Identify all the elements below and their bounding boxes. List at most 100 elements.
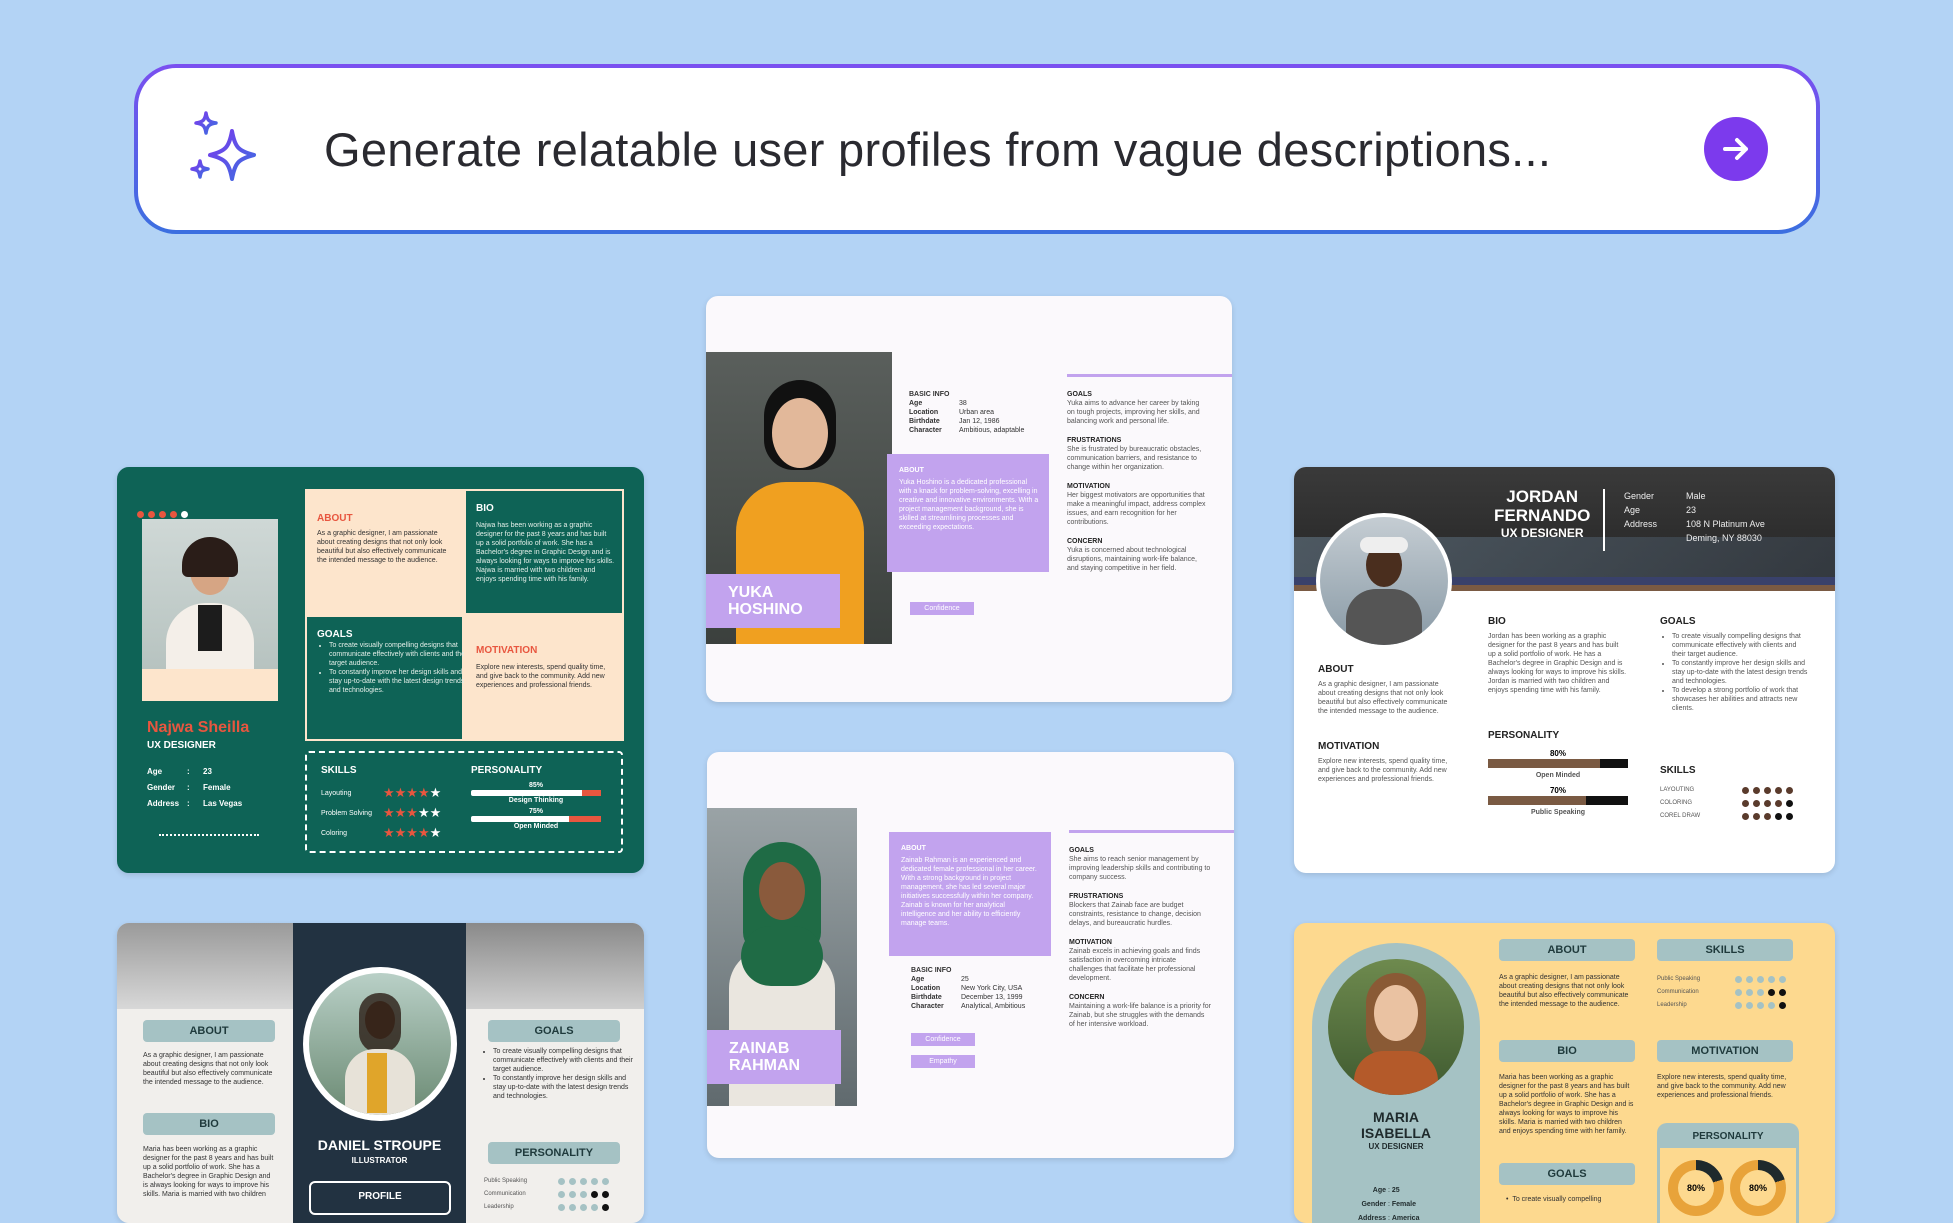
- info-list: Age: 23 Gender: Female Address: Las Vega…: [147, 767, 243, 808]
- trait-tag: Empathy: [911, 1055, 975, 1068]
- last-name: RAHMAN: [729, 1057, 801, 1074]
- right-column: GOALS Yuka aims to advance her career by…: [1067, 390, 1209, 573]
- photo-frame: [142, 519, 278, 701]
- personality-heading: PERSONALITY: [1660, 1126, 1796, 1148]
- motivation-text: Zainab excels in achieving goals and fin…: [1069, 948, 1201, 982]
- about-heading: ABOUT: [899, 467, 924, 474]
- persona-card-maria[interactable]: MARIA ISABELLA UX DESIGNER Age : 25 Gend…: [1294, 923, 1835, 1223]
- bio-heading: BIO: [143, 1113, 275, 1135]
- bio-section: BIO Jordan has been working as a graphic…: [1488, 617, 1628, 695]
- prompt-bar[interactable]: Generate relatable user profiles from va…: [134, 64, 1820, 234]
- frustrations-heading: FRUSTRATIONS: [1067, 437, 1122, 444]
- last-name: FERNANDO: [1494, 506, 1591, 525]
- personality-heading: PERSONALITY: [488, 1142, 620, 1164]
- persona-card-daniel[interactable]: DANIEL STROUPE ILLUSTRATOR PROFILE ABOUT…: [117, 923, 644, 1223]
- about-heading: ABOUT: [143, 1020, 275, 1042]
- about-section: ABOUT As a graphic designer, I am passio…: [1318, 665, 1454, 784]
- name-block: JORDAN FERNANDO UX DESIGNER: [1494, 487, 1590, 541]
- trait-tag: Confidence: [911, 1033, 975, 1046]
- name-banner: ZAINAB RAHMAN: [707, 1030, 841, 1084]
- personality-heading: PERSONALITY: [471, 765, 543, 776]
- skills-list: Public Speaking Communication Leadership: [1657, 973, 1817, 1012]
- bio-heading: BIO: [1488, 616, 1506, 627]
- first-name: MARIA: [1373, 1109, 1419, 1125]
- bio-text: Maria has been working as a graphic desi…: [1499, 1074, 1634, 1135]
- first-name: JORDAN: [1506, 487, 1579, 506]
- skill-label: Problem Solving: [321, 809, 372, 817]
- last-name: ISABELLA: [1361, 1125, 1431, 1141]
- frustrations-heading: FRUSTRATIONS: [1069, 893, 1124, 900]
- motivation-text: Her biggest motivators are opportunities…: [1067, 492, 1206, 526]
- first-name: YUKA: [728, 584, 774, 601]
- divider: [1603, 489, 1605, 551]
- concern-heading: CONCERN: [1067, 538, 1103, 545]
- skills-heading: SKILLS: [1657, 939, 1793, 961]
- right-column: GOALS She aims to reach senior managemen…: [1069, 846, 1211, 1029]
- about-text: As a graphic designer, I am passionate a…: [317, 530, 447, 564]
- first-name: ZAINAB: [729, 1040, 790, 1057]
- city-photo: [466, 923, 644, 1009]
- personality-bar: [471, 816, 601, 822]
- persona-card-jordan[interactable]: JORDAN FERNANDO UX DESIGNER Gender Male A…: [1294, 467, 1835, 873]
- about-text: As a graphic designer, I am passionate a…: [1318, 681, 1448, 715]
- about-heading: ABOUT: [1499, 939, 1635, 961]
- submit-button[interactable]: [1704, 117, 1768, 181]
- last-name: HOSHINO: [728, 601, 803, 618]
- avatar: [1316, 513, 1452, 649]
- about-section: ABOUT As a graphic designer, I am passio…: [305, 489, 464, 615]
- basic-info-heading: BASIC INFO: [909, 391, 950, 398]
- personality-list: 85% Design Thinking 75% Open Minded: [471, 781, 601, 831]
- concern-text: Maintaining a work-life balance is a pri…: [1069, 1003, 1212, 1028]
- persona-card-yuka[interactable]: YUKA HOSHINO BASIC INFO Age 38 Location Ur…: [706, 296, 1232, 702]
- sparkles-icon: [190, 111, 256, 181]
- goals-text: • To create visually compelling: [1506, 1196, 1602, 1203]
- personality-heading: PERSONALITY: [1488, 730, 1560, 741]
- skills-heading: SKILLS: [1660, 765, 1696, 776]
- frustrations-text: Blockers that Zainab face are budget con…: [1069, 902, 1201, 927]
- persona-card-zainab[interactable]: ZAINAB RAHMAN ABOUT Zainab Rahman is an …: [707, 752, 1234, 1158]
- divider: [159, 834, 259, 836]
- persona-card-najwa[interactable]: ABOUT As a graphic designer, I am passio…: [117, 467, 644, 873]
- basic-info-heading: BASIC INFO: [911, 967, 952, 974]
- bio-text: Maria has been working as a graphic desi…: [143, 1146, 274, 1198]
- bio-text: Jordan has been working as a graphic des…: [1488, 633, 1627, 694]
- trait-tag: Confidence: [910, 602, 974, 615]
- bio-heading: BIO: [1499, 1040, 1635, 1062]
- motivation-heading: MOTIVATION: [476, 645, 538, 656]
- persona-role: UX DESIGNER: [147, 740, 216, 751]
- concern-text: Yuka is concerned about technological di…: [1067, 547, 1197, 572]
- info-list: Gender Male Age 23 Address 108 N Platinum A…: [1624, 491, 1765, 543]
- personality-section: PERSONALITY 80% Open Minded 70% Public S…: [1488, 730, 1628, 817]
- motivation-heading: MOTIVATION: [1657, 1040, 1793, 1062]
- personality-box: PERSONALITY 80% 80%: [1657, 1123, 1799, 1223]
- star-rating: ★★★★★: [383, 785, 442, 800]
- basic-info: BASIC INFO Age 38 Location Urban area Birt…: [909, 391, 1025, 434]
- name-banner: YUKA HOSHINO: [706, 574, 840, 628]
- goals-heading: GOALS: [1499, 1163, 1635, 1185]
- personality-bar: [1488, 796, 1628, 805]
- prompt-text[interactable]: Generate relatable user profiles from va…: [324, 122, 1704, 177]
- profile-photo: [142, 519, 278, 669]
- goals-heading: GOALS: [488, 1020, 620, 1042]
- profile-column: MARIA ISABELLA UX DESIGNER Age : 25 Gend…: [1312, 943, 1480, 1223]
- motivation-section: MOTIVATION Explore new interests, spend …: [464, 615, 624, 741]
- personality-bar: [471, 790, 601, 796]
- skills-heading: SKILLS: [321, 765, 357, 776]
- frustrations-text: She is frustrated by bureaucratic obstac…: [1067, 446, 1202, 471]
- goal-item: To constantly improve her design skills …: [329, 668, 469, 695]
- persona-role: UX DESIGNER: [1368, 1142, 1424, 1151]
- info-list: Age : 25 Gender : Female Address : Ameri…: [1357, 1187, 1420, 1222]
- center-panel: DANIEL STROUPE ILLUSTRATOR PROFILE: [293, 923, 466, 1223]
- goals-heading: GOALS: [317, 629, 353, 640]
- goals-section: GOALS To create visually compelling desi…: [305, 615, 469, 741]
- star-rating: ★★★★★: [383, 805, 442, 820]
- skills-personality-box: SKILLS Layouting ★★★★★ Problem Solving ★★★…: [305, 751, 623, 853]
- basic-info: BASIC INFO Age 25 Location New York City, …: [911, 967, 1026, 1010]
- motivation-heading: MOTIVATION: [1067, 483, 1110, 490]
- goals-text: Yuka aims to advance her career by takin…: [1067, 400, 1200, 425]
- profile-label: PROFILE: [309, 1181, 451, 1215]
- personality-list: Public Speaking Communication Leadership: [484, 1175, 634, 1214]
- skill-label: Coloring: [321, 829, 348, 837]
- bio-heading: BIO: [476, 503, 494, 514]
- divider: [1067, 374, 1232, 377]
